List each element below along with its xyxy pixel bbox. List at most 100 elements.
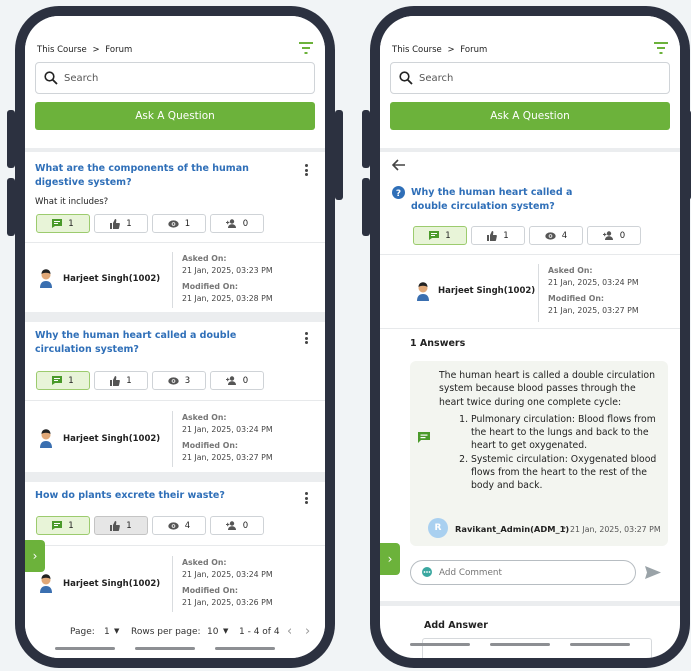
views-count-chip: 3 — [152, 371, 206, 390]
search-icon — [399, 71, 413, 85]
followers-icon — [225, 376, 236, 385]
chevron-right-icon: › — [387, 552, 393, 566]
header: This Course > Forum Ask A Question — [380, 16, 680, 148]
question-stats: 1 1 4 0 — [36, 516, 264, 535]
question-title[interactable]: How do plants excrete their waste? — [35, 489, 280, 503]
add-answer-editor[interactable] — [422, 638, 652, 658]
followers-count-chip[interactable]: 0 — [210, 516, 264, 535]
followers-count-chip[interactable]: 0 — [210, 214, 264, 233]
breadcrumb-course[interactable]: This Course — [37, 45, 87, 55]
answer-icon — [418, 432, 430, 443]
question-title: Why the human heart called a double circ… — [411, 187, 573, 212]
likes-count: 1 — [126, 520, 132, 531]
author-avatar — [40, 574, 52, 593]
expand-panel-button[interactable]: › — [380, 543, 400, 575]
asked-on-label: Asked On: — [182, 254, 227, 263]
rows-per-page-select[interactable]: 10 — [207, 627, 218, 637]
home-indicator — [490, 643, 550, 646]
author-name: Harjeet Singh(1002) — [438, 286, 536, 296]
asked-on-date: 21 Jan, 2025, 03:23 PM — [182, 266, 273, 275]
views-count-chip: 4 — [152, 516, 206, 535]
views-count: 3 — [184, 375, 191, 386]
asked-on-date: 21 Jan, 2025, 03:24 PM — [182, 425, 273, 434]
ask-question-button[interactable]: Ask A Question — [390, 102, 670, 130]
modified-on-label: Modified On: — [182, 586, 239, 595]
likes-count-chip[interactable]: 1 — [471, 226, 525, 245]
question-title[interactable]: What are the components of the human dig… — [35, 162, 280, 190]
phone-frame-left: This Course > Forum Ask A Question What … — [7, 6, 343, 668]
comment-icon — [52, 521, 63, 530]
breadcrumb-separator: > — [92, 45, 100, 55]
home-indicator — [570, 643, 630, 646]
divider — [380, 148, 680, 152]
answer-card: The human heart is called a double circu… — [410, 361, 668, 546]
answer-point: Pulmonary circulation: Blood flows from … — [471, 413, 661, 453]
followers-count: 0 — [242, 520, 249, 531]
breadcrumb-course[interactable]: This Course — [392, 45, 442, 55]
phone-side-button — [335, 110, 343, 200]
question-body: What it includes? — [35, 197, 109, 207]
followers-count-chip[interactable]: 0 — [587, 226, 641, 245]
answer-point: Systemic circulation: Oxygenated blood f… — [471, 453, 661, 493]
eye-icon — [545, 231, 556, 240]
divider — [380, 254, 680, 255]
question-stats: 1 1 4 0 — [413, 226, 641, 245]
answer-date: 21 Jan, 2025, 03:27 PM — [570, 525, 661, 534]
kebab-menu-icon[interactable] — [305, 164, 309, 176]
author-avatar — [40, 269, 52, 288]
divider — [25, 400, 325, 401]
kebab-menu-icon[interactable] — [305, 332, 309, 344]
question-card[interactable]: Why the human heart called a double circ… — [25, 322, 325, 472]
likes-count: 1 — [503, 230, 509, 241]
likes-count-chip[interactable]: 1 — [94, 214, 148, 233]
help-circle-icon: ? — [392, 186, 405, 199]
back-arrow-icon[interactable] — [392, 159, 406, 171]
likes-count-chip[interactable]: 1 — [94, 516, 148, 535]
eye-icon — [168, 219, 179, 228]
breadcrumb-current: Forum — [105, 45, 133, 55]
answers-count-chip[interactable]: 1 — [413, 226, 467, 245]
ask-question-button[interactable]: Ask A Question — [35, 102, 315, 130]
followers-count-chip[interactable]: 0 — [210, 371, 264, 390]
page-label: Page: — [70, 627, 95, 637]
chevron-right-icon[interactable]: › — [305, 624, 310, 639]
answer-bullet: • — [562, 524, 567, 533]
add-comment-field[interactable] — [410, 560, 636, 585]
asked-on-label: Asked On: — [182, 558, 227, 567]
home-indicator — [215, 647, 275, 650]
answers-count-chip[interactable]: 1 — [36, 214, 90, 233]
answers-count-chip[interactable]: 1 — [36, 516, 90, 535]
thumbs-up-icon — [110, 520, 121, 531]
modified-on-date: 21 Jan, 2025, 03:26 PM — [182, 598, 273, 607]
filter-icon[interactable] — [654, 42, 668, 54]
likes-count-chip[interactable]: 1 — [94, 371, 148, 390]
divider — [25, 545, 325, 546]
question-title[interactable]: Why the human heart called a double circ… — [35, 329, 280, 357]
answers-count-chip[interactable]: 1 — [36, 371, 90, 390]
comment-icon — [422, 567, 432, 577]
eye-icon — [168, 376, 179, 385]
expand-panel-button[interactable]: › — [25, 540, 45, 572]
asked-on-date: 21 Jan, 2025, 03:24 PM — [182, 570, 273, 579]
comment-input[interactable] — [439, 561, 619, 584]
pagination-bar: Page: 1 ▼ Rows per page: 10 ▼ 1 - 4 of 4… — [25, 618, 325, 658]
phone-frame-right: This Course > Forum Ask A Question — [362, 6, 691, 668]
filter-icon[interactable] — [299, 42, 313, 54]
search-input[interactable] — [64, 63, 264, 93]
chevron-left-icon[interactable]: ‹ — [287, 624, 292, 639]
page-select[interactable]: 1 — [104, 627, 110, 637]
search-box — [35, 62, 315, 94]
kebab-menu-icon[interactable] — [305, 492, 309, 504]
dropdown-caret-icon[interactable]: ▼ — [114, 627, 119, 635]
send-icon[interactable] — [645, 566, 661, 579]
search-icon — [44, 71, 58, 85]
meta-divider — [172, 411, 173, 467]
question-card[interactable]: What are the components of the human dig… — [25, 152, 325, 312]
followers-count: 0 — [242, 218, 249, 229]
search-input[interactable] — [419, 63, 619, 93]
dropdown-caret-icon[interactable]: ▼ — [223, 627, 228, 635]
thumbs-up-icon — [110, 375, 121, 386]
likes-count: 1 — [126, 218, 132, 229]
question-card[interactable]: How do plants excrete their waste? 1 1 4 — [25, 482, 325, 627]
likes-count: 1 — [126, 375, 132, 386]
